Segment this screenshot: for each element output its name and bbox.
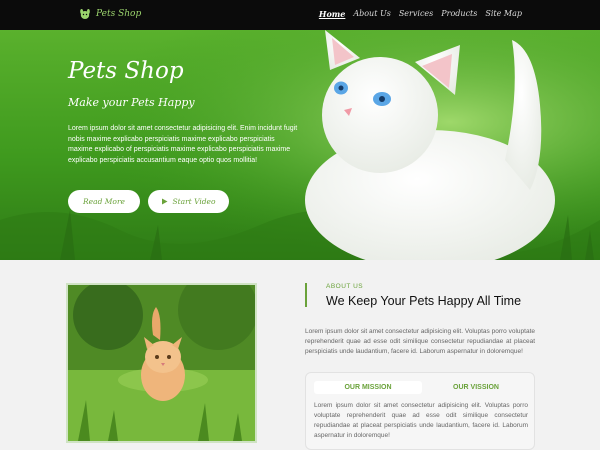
menu-item-products[interactable]: Products xyxy=(441,9,477,19)
orange-kitten-image xyxy=(68,285,255,441)
menu-item-home[interactable]: Home xyxy=(319,9,345,19)
dog-icon xyxy=(80,9,90,19)
logo-text: Pets Shop xyxy=(96,9,142,19)
tab-our-mission[interactable]: OUR MISSION xyxy=(314,381,422,394)
about-label: ABOUT US xyxy=(326,283,364,290)
tab-content-text: Lorem ipsum dolor sit amet consectetur a… xyxy=(314,402,528,439)
start-video-label: Start Video xyxy=(172,197,216,206)
menu-item-services[interactable]: Services xyxy=(399,9,433,19)
read-more-button[interactable]: Read More xyxy=(68,190,140,213)
start-video-button[interactable]: Start Video xyxy=(148,190,229,213)
top-nav: Pets Shop Home About Us Services Product… xyxy=(0,0,600,30)
about-image xyxy=(66,283,257,443)
hero-subtitle: Make your Pets Happy xyxy=(68,96,195,109)
play-icon xyxy=(162,198,168,205)
logo[interactable]: Pets Shop xyxy=(78,7,141,21)
main-menu: Home About Us Services Products Site Map xyxy=(319,9,522,19)
mission-vision-tabs: OUR MISSION OUR VISSION Lorem ipsum dolo… xyxy=(305,372,535,450)
about-heading: We Keep Your Pets Happy All Time xyxy=(326,294,522,308)
hero-title: Pets Shop xyxy=(68,58,184,84)
about-description: Lorem ipsum dolor sit amet consectetur a… xyxy=(305,328,535,355)
menu-item-about-us[interactable]: About Us xyxy=(353,9,390,19)
hero-description: Lorem ipsum dolor sit amet consectetur a… xyxy=(68,125,298,164)
hero-banner: Pets Shop Make your Pets Happy Lorem ips… xyxy=(0,30,600,260)
tab-our-vision[interactable]: OUR VISSION xyxy=(426,381,526,394)
read-more-label: Read More xyxy=(83,197,125,206)
about-accent-bar xyxy=(305,283,307,307)
menu-item-site-map[interactable]: Site Map xyxy=(485,9,522,19)
